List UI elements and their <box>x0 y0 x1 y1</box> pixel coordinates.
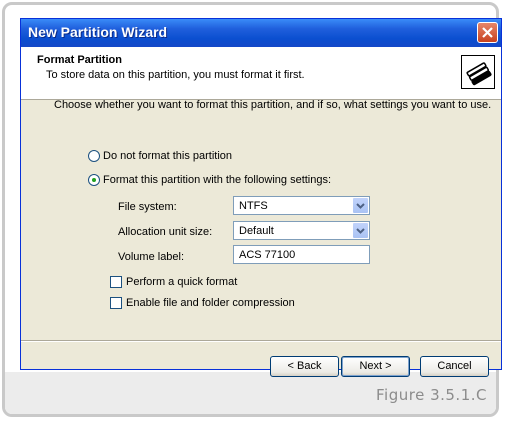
window-title: New Partition Wizard <box>28 24 168 40</box>
volume-label-value: ACS 77100 <box>239 249 296 261</box>
allocation-unit-label: Allocation unit size: <box>118 226 213 238</box>
instructions-text: Choose whether you want to format this p… <box>54 99 492 111</box>
no-format-label[interactable]: Do not format this partition <box>103 150 232 162</box>
compression-label[interactable]: Enable file and folder compression <box>126 297 295 309</box>
chevron-down-icon <box>356 203 365 209</box>
header-subtitle: To store data on this partition, you mus… <box>46 69 305 81</box>
header-panel: Format Partition To store data on this p… <box>21 47 501 100</box>
chevron-down-icon <box>356 228 365 234</box>
wizard-window: New Partition Wizard Format Partition To… <box>20 18 502 370</box>
close-icon <box>482 27 493 38</box>
file-system-value: NTFS <box>239 200 268 212</box>
file-system-dropdown-button[interactable] <box>353 198 368 213</box>
volume-label-input[interactable]: ACS 77100 <box>233 245 370 264</box>
allocation-unit-dropdown-button[interactable] <box>353 223 368 238</box>
title-bar[interactable]: New Partition Wizard <box>21 19 501 47</box>
disk-format-icon <box>461 55 495 89</box>
quick-format-checkbox[interactable] <box>110 276 122 288</box>
volume-label-label: Volume label: <box>118 251 185 263</box>
format-radio[interactable] <box>88 174 100 186</box>
cancel-button[interactable]: Cancel <box>420 356 489 377</box>
no-format-radio[interactable] <box>88 150 100 162</box>
figure-caption: Figure 3.5.1.C <box>376 386 487 404</box>
quick-format-label[interactable]: Perform a quick format <box>126 276 237 288</box>
header-title: Format Partition <box>37 54 122 66</box>
format-label[interactable]: Format this partition with the following… <box>103 174 331 186</box>
next-button[interactable]: Next > <box>341 356 410 377</box>
file-system-select[interactable]: NTFS <box>233 196 370 215</box>
compression-checkbox[interactable] <box>110 297 122 309</box>
back-button[interactable]: < Back <box>270 356 339 377</box>
allocation-unit-select[interactable]: Default <box>233 221 370 240</box>
file-system-label: File system: <box>118 201 177 213</box>
close-button[interactable] <box>477 22 498 43</box>
button-separator <box>21 340 501 342</box>
allocation-unit-value: Default <box>239 225 274 237</box>
